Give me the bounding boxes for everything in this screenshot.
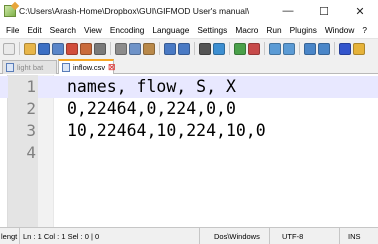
status-bar: lengt Ln : 1 Col : 1 Sel : 0 | 0 Dos\Win… [0,227,378,244]
menu-macro[interactable]: Macro [231,25,262,35]
menu-edit[interactable]: Edit [23,25,45,35]
toolbar-separator [334,42,335,55]
menu-language[interactable]: Language [148,25,193,35]
save-icon[interactable] [38,42,50,55]
paste-icon[interactable] [143,42,155,55]
find-icon[interactable] [199,42,211,55]
menu-window[interactable]: Window [321,25,359,35]
cut-icon[interactable] [115,42,127,55]
tab-label: light bat [17,63,44,72]
show-all-chars-icon[interactable] [318,42,330,55]
toolbar-separator [194,42,195,55]
status-insert-mode[interactable]: INS [340,228,378,244]
text-editor[interactable]: 1 names, flow, S, X 2 0,22464,0,224,0,0 … [0,75,378,227]
undo-icon[interactable] [164,42,176,55]
toolbar-separator [299,42,300,55]
line-number: 1 [8,76,38,98]
maximize-button[interactable]: ☐ [306,0,342,22]
close-icon[interactable] [66,42,78,55]
word-wrap-icon[interactable] [304,42,316,55]
editor-line[interactable]: 1 names, flow, S, X [0,76,378,98]
status-eol[interactable]: Dos\Windows [200,228,270,244]
zoom-in-icon[interactable] [234,42,246,55]
toolbar [0,38,378,58]
copy-icon[interactable] [129,42,141,55]
line-text: 0,22464,0,224,0,0 [67,99,236,118]
toolbar-separator [19,42,20,55]
toolbar-separator [159,42,160,55]
toolbar-separator [229,42,230,55]
status-encoding[interactable]: UTF-8 [270,228,340,244]
toolbar-separator [110,42,111,55]
redo-icon[interactable] [178,42,190,55]
doc-map-icon[interactable] [353,42,365,55]
editor-line[interactable]: 4 [0,142,378,164]
window-controls: — ☐ ✕ [270,0,378,22]
file-icon [6,63,14,72]
new-file-icon[interactable] [3,42,15,55]
zoom-out-icon[interactable] [248,42,260,55]
window-title: C:\Users\Arash-Home\Dropbox\GUI\GIFMOD U… [19,6,249,16]
status-position: Ln : 1 Col : 1 Sel : 0 | 0 [20,228,200,244]
menu-file[interactable]: File [2,25,23,35]
minimize-button[interactable]: — [270,0,306,22]
tab-label: inflow.csv [73,63,106,72]
toolbar-separator [264,42,265,55]
file-icon [62,63,70,72]
line-text: 10,22464,10,224,10,0 [67,121,266,140]
indent-guide-icon[interactable] [339,42,351,55]
save-all-icon[interactable] [52,42,64,55]
menu-bar: File Edit Search View Encoding Language … [0,22,378,38]
menu-view[interactable]: View [80,25,106,35]
menu-plugins[interactable]: Plugins [286,25,321,35]
print-icon[interactable] [94,42,106,55]
tab-bar: light bat inflow.csv ☒ [0,58,378,74]
sync-v-icon[interactable] [269,42,281,55]
line-text: names, flow, S, X [67,77,236,96]
menu-encoding[interactable]: Encoding [106,25,149,35]
tab-light-bat[interactable]: light bat [2,60,57,74]
menu-settings[interactable]: Settings [193,25,231,35]
line-number: 4 [8,142,38,164]
line-number: 2 [8,98,38,120]
menu-run[interactable]: Run [262,25,285,35]
replace-icon[interactable] [213,42,225,55]
close-window-button[interactable]: ✕ [342,0,378,22]
sync-h-icon[interactable] [283,42,295,55]
tab-close-icon[interactable]: ☒ [108,63,115,72]
open-file-icon[interactable] [24,42,36,55]
status-length: lengt [0,228,20,244]
menu-help[interactable]: ? [358,25,371,35]
notepad-plus-plus-icon [4,5,16,17]
tab-inflow-csv[interactable]: inflow.csv ☒ [58,59,115,74]
editor-line[interactable]: 2 0,22464,0,224,0,0 [0,98,378,120]
editor-line[interactable]: 3 10,22464,10,224,10,0 [0,120,378,142]
title-bar: C:\Users\Arash-Home\Dropbox\GUI\GIFMOD U… [0,0,378,22]
close-all-icon[interactable] [80,42,92,55]
menu-search[interactable]: Search [46,25,80,35]
line-number: 3 [8,120,38,142]
